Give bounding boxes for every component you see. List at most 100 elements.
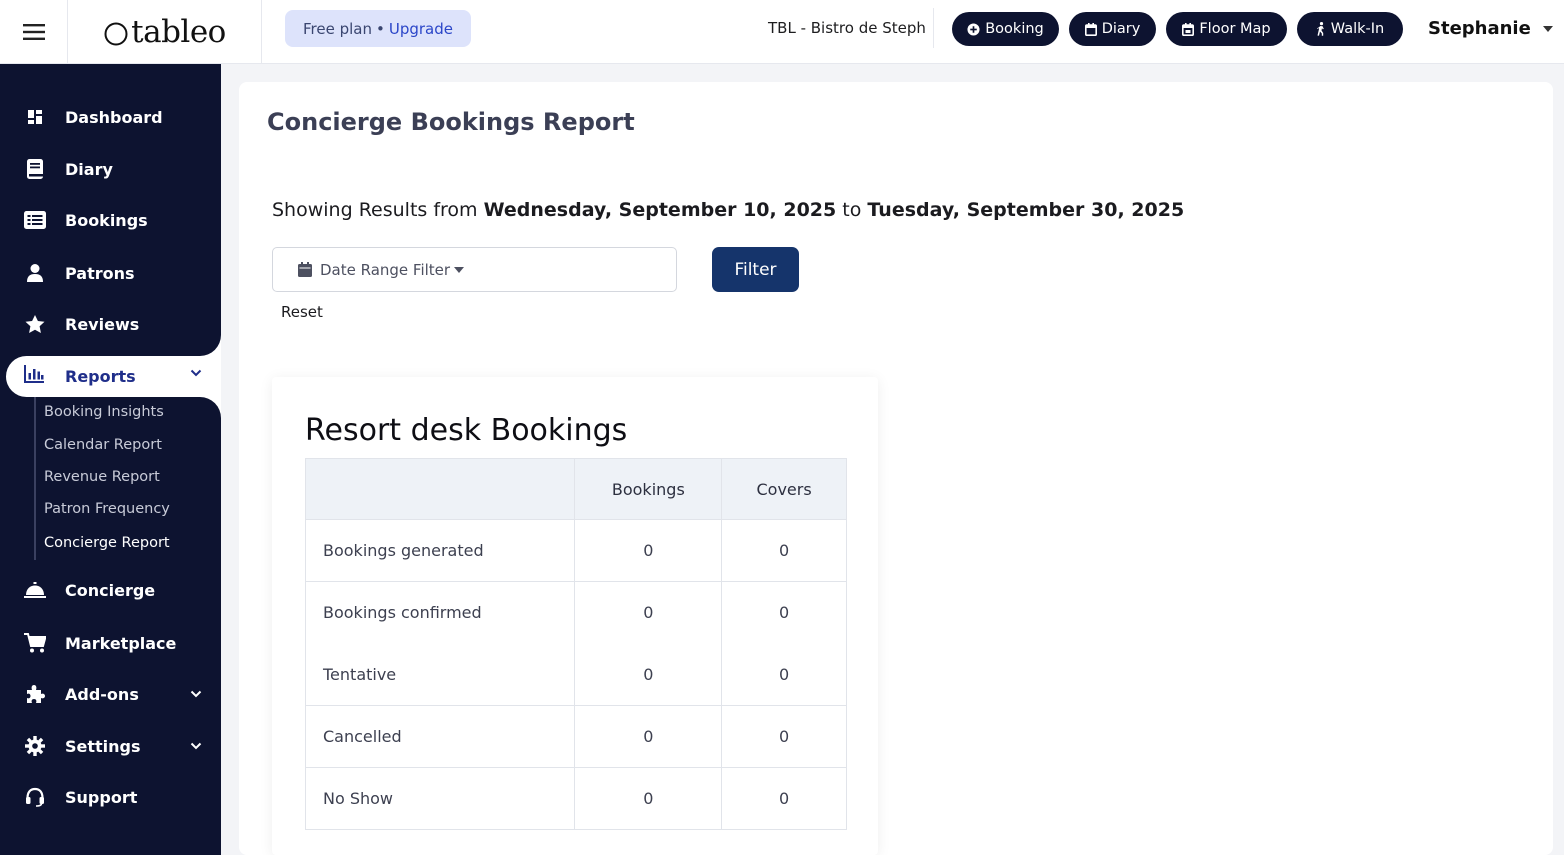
booking-button-label: Booking (985, 21, 1044, 37)
bar-chart-icon (24, 365, 44, 383)
app-logo[interactable]: tableo (68, 0, 262, 63)
plan-label: Free plan (303, 19, 372, 38)
table-row: Cancelled 0 0 (304, 705, 847, 768)
main-content: Concierge Bookings Report Showing Result… (239, 82, 1553, 855)
filter-button[interactable]: Filter (712, 247, 799, 292)
bookings-value: 0 (574, 519, 723, 582)
table-row: Tentative 0 0 (304, 643, 847, 706)
floor-map-button[interactable]: Floor Map (1166, 12, 1287, 46)
book-icon (27, 159, 43, 179)
sidebar-item-label: Support (65, 787, 138, 807)
walk-in-button[interactable]: Walk-In (1297, 12, 1403, 46)
column-header (304, 458, 576, 520)
floor-map-icon (1182, 22, 1195, 36)
sidebar-item-reports[interactable]: Reports (6, 356, 221, 397)
row-label: Tentative (304, 643, 576, 706)
column-header-covers: Covers (721, 458, 847, 520)
logo-text: tableo (131, 13, 226, 50)
page-title: Concierge Bookings Report (267, 108, 635, 136)
star-icon (25, 314, 45, 333)
sidebar-item-label: Diary (65, 159, 113, 179)
sidebar-subitem-patron-frequency[interactable]: Patron Frequency (44, 501, 170, 517)
date-range-filter-label: Date Range Filter (320, 260, 451, 279)
sidebar-subitem-concierge-report[interactable]: Concierge Report (44, 535, 170, 551)
headset-icon (26, 787, 44, 807)
chevron-down-icon (190, 369, 202, 377)
calendar-icon (298, 262, 312, 277)
hamburger-icon (22, 23, 45, 40)
calendar-icon (1084, 22, 1097, 36)
plan-separator: • (376, 19, 385, 38)
covers-value: 0 (721, 643, 847, 706)
reset-link[interactable]: Reset (281, 303, 323, 321)
sidebar-item-reviews[interactable]: Reviews (0, 301, 221, 347)
upgrade-link[interactable]: Upgrade (389, 20, 453, 38)
caret-down-icon (1542, 25, 1553, 32)
sidebar-item-diary[interactable]: Diary (0, 146, 221, 192)
sidebar-item-support[interactable]: Support (0, 774, 221, 820)
user-menu[interactable]: Stephanie (1428, 18, 1553, 39)
report-card: Resort desk Bookings Bookings Covers Boo… (272, 377, 878, 855)
sidebar-subitem-booking-insights[interactable]: Booking Insights (44, 404, 164, 420)
walk-in-button-label: Walk-In (1330, 21, 1385, 37)
floor-map-button-label: Floor Map (1199, 21, 1271, 37)
walking-person-icon (1316, 22, 1324, 36)
sidebar: Dashboard Diary Bookings Patrons Reviews… (0, 64, 221, 855)
sidebar-item-label: Reviews (65, 314, 140, 334)
sidebar-item-label: Bookings (65, 210, 148, 230)
shopping-cart-icon (24, 633, 46, 653)
results-prefix: Showing Results from (272, 199, 478, 221)
table-header-row: Bookings Covers (304, 458, 847, 520)
header-divider (933, 8, 934, 48)
logo-ring-icon (104, 22, 128, 45)
sidebar-item-bookings[interactable]: Bookings (0, 197, 221, 243)
top-bar: tableo Free plan • Upgrade TBL - Bistro … (0, 0, 1564, 64)
new-booking-button[interactable]: Booking (952, 12, 1059, 46)
sidebar-subitem-calendar-report[interactable]: Calendar Report (44, 437, 162, 453)
sidebar-item-label: Marketplace (65, 633, 177, 653)
date-from: Wednesday, September 10, 2025 (483, 199, 837, 221)
puzzle-icon (27, 685, 45, 703)
subnav-line (34, 397, 36, 560)
menu-toggle-button[interactable] (0, 0, 68, 63)
covers-value: 0 (721, 767, 847, 830)
covers-value: 0 (721, 519, 847, 582)
sidebar-item-label: Concierge (65, 580, 156, 600)
sidebar-item-label: Settings (65, 736, 141, 756)
dashboard-icon (28, 110, 42, 124)
sidebar-item-label: Patrons (65, 263, 135, 283)
row-label: Bookings generated (304, 519, 576, 582)
concierge-bell-icon (24, 582, 46, 598)
diary-button[interactable]: Diary (1069, 12, 1156, 46)
plus-circle-icon (967, 22, 980, 36)
chevron-down-icon (190, 742, 202, 750)
sidebar-item-patrons[interactable]: Patrons (0, 250, 221, 296)
sidebar-subitem-revenue-report[interactable]: Revenue Report (44, 469, 160, 485)
sidebar-item-settings[interactable]: Settings (0, 723, 221, 769)
results-to: to (842, 199, 862, 221)
sidebar-item-marketplace[interactable]: Marketplace (0, 620, 221, 666)
chevron-down-icon (190, 690, 202, 698)
covers-value: 0 (721, 581, 847, 644)
sidebar-item-addons[interactable]: Add-ons (0, 671, 221, 717)
sidebar-item-dashboard[interactable]: Dashboard (0, 94, 221, 140)
sidebar-item-concierge[interactable]: Concierge (0, 567, 221, 613)
sidebar-item-label: Reports (65, 367, 136, 386)
bookings-value: 0 (574, 767, 723, 830)
bookings-value: 0 (574, 581, 723, 644)
table-row: Bookings confirmed 0 0 (304, 581, 847, 644)
active-tab-curve-bottom (200, 397, 221, 418)
sidebar-item-label: Add-ons (65, 684, 139, 704)
bookings-value: 0 (574, 705, 723, 768)
report-table: Bookings Covers Bookings generated 0 0 B… (304, 458, 847, 830)
table-row: Bookings generated 0 0 (304, 519, 847, 582)
date-range-filter[interactable]: Date Range Filter (272, 247, 677, 292)
active-tab-curve-top (200, 335, 221, 356)
date-to: Tuesday, September 30, 2025 (867, 199, 1185, 221)
bookings-value: 0 (574, 643, 723, 706)
user-name: Stephanie (1428, 18, 1531, 39)
column-header-bookings: Bookings (574, 458, 723, 520)
user-icon (27, 264, 43, 282)
plan-badge: Free plan • Upgrade (285, 10, 471, 47)
venue-name[interactable]: TBL - Bistro de Steph (768, 19, 926, 37)
